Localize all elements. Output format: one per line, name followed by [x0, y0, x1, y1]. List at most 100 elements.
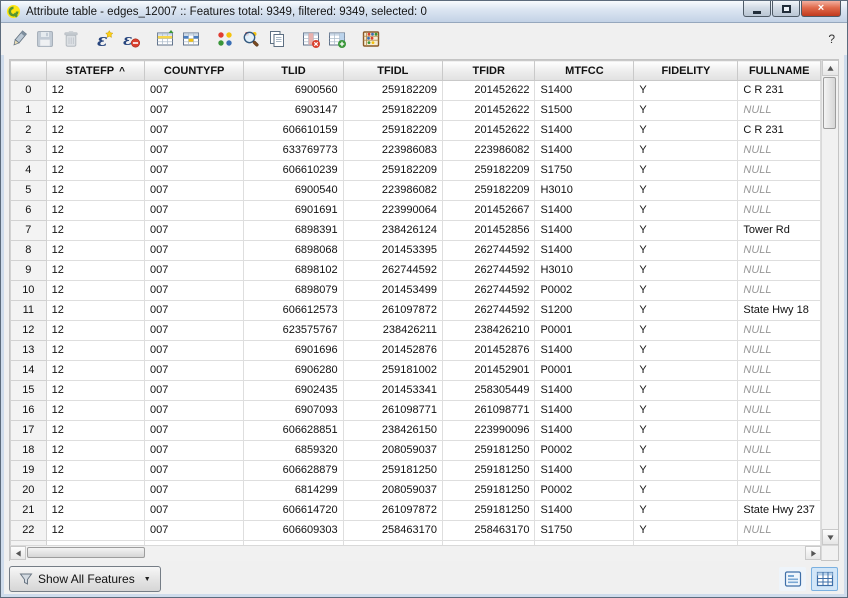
table-cell[interactable]: 223986082 [442, 141, 534, 161]
table-cell[interactable]: Y [634, 221, 738, 241]
row-header[interactable]: 18 [11, 441, 47, 461]
row-header[interactable]: 16 [11, 401, 47, 421]
horizontal-scroll-track[interactable] [26, 546, 805, 561]
table-cell[interactable]: 259182209 [442, 161, 534, 181]
table-cell[interactable]: 258305449 [442, 381, 534, 401]
table-cell[interactable]: 6898391 [244, 221, 343, 241]
table-cell[interactable]: S1400 [535, 381, 634, 401]
table-cell[interactable]: 201452622 [442, 101, 534, 121]
table-cell[interactable]: 12 [46, 281, 144, 301]
table-cell[interactable] [244, 541, 343, 546]
row-header[interactable]: 2 [11, 121, 47, 141]
table-cell[interactable]: 007 [144, 341, 243, 361]
toggle-editing-button[interactable] [6, 26, 32, 52]
table-cell[interactable]: NULL [738, 381, 821, 401]
row-header[interactable]: 13 [11, 341, 47, 361]
table-cell[interactable]: 007 [144, 361, 243, 381]
table-cell[interactable]: 12 [46, 161, 144, 181]
table-cell[interactable]: S1400 [535, 81, 634, 101]
table-cell[interactable]: 007 [144, 121, 243, 141]
delete-column-button[interactable] [298, 26, 324, 52]
table-cell[interactable]: 238426211 [343, 321, 442, 341]
table-cell[interactable]: 007 [144, 261, 243, 281]
table-cell[interactable]: 12 [46, 361, 144, 381]
table-cell[interactable]: 12 [46, 481, 144, 501]
table-cell[interactable]: 6898102 [244, 261, 343, 281]
table-cell[interactable]: 12 [46, 221, 144, 241]
table-cell[interactable]: NULL [738, 361, 821, 381]
table-cell[interactable]: 259182209 [343, 101, 442, 121]
row-header[interactable]: 5 [11, 181, 47, 201]
select-by-expression-button[interactable]: ε [92, 26, 118, 52]
table-cell[interactable]: 12 [46, 441, 144, 461]
table-cell[interactable]: 007 [144, 201, 243, 221]
table-cell[interactable]: 201452622 [442, 121, 534, 141]
table-cell[interactable]: Y [634, 301, 738, 321]
column-header-mtfcc[interactable]: MTFCC [535, 61, 634, 81]
table-cell[interactable]: Y [634, 441, 738, 461]
row-header[interactable]: 3 [11, 141, 47, 161]
table-cell[interactable]: Y [634, 321, 738, 341]
table-cell[interactable]: 606612573 [244, 301, 343, 321]
column-header-tfidl[interactable]: TFIDL [343, 61, 442, 81]
table-cell[interactable] [535, 541, 634, 546]
table-cell[interactable]: 007 [144, 401, 243, 421]
table-cell[interactable]: 261098771 [442, 401, 534, 421]
table-cell[interactable]: P0002 [535, 441, 634, 461]
row-header[interactable]: 0 [11, 81, 47, 101]
row-header[interactable]: 22 [11, 521, 47, 541]
table-cell[interactable]: 007 [144, 521, 243, 541]
table-cell[interactable]: NULL [738, 461, 821, 481]
row-header[interactable]: 17 [11, 421, 47, 441]
table-cell[interactable]: Y [634, 401, 738, 421]
table-cell[interactable]: 12 [46, 81, 144, 101]
table-cell[interactable]: NULL [738, 241, 821, 261]
table-cell[interactable]: S1400 [535, 201, 634, 221]
table-cell[interactable]: 12 [46, 461, 144, 481]
table-cell[interactable]: 262744592 [442, 241, 534, 261]
table-cell[interactable]: 12 [46, 421, 144, 441]
table-cell[interactable]: S1750 [535, 521, 634, 541]
table-cell[interactable]: NULL [738, 101, 821, 121]
vertical-scrollbar[interactable] [821, 60, 838, 545]
table-cell[interactable] [46, 541, 144, 546]
table-cell[interactable]: S1400 [535, 461, 634, 481]
feature-filter-button[interactable]: Show All Features ▼ [9, 566, 161, 592]
table-cell[interactable]: NULL [738, 261, 821, 281]
table-cell[interactable]: Y [634, 81, 738, 101]
table-cell[interactable]: 6900540 [244, 181, 343, 201]
table-cell[interactable]: 201452901 [442, 361, 534, 381]
table-cell[interactable] [343, 541, 442, 546]
table-cell[interactable]: 12 [46, 401, 144, 421]
table-cell[interactable]: NULL [738, 521, 821, 541]
row-header[interactable]: 6 [11, 201, 47, 221]
table-cell[interactable]: 259181250 [442, 461, 534, 481]
table-cell[interactable]: 259182209 [343, 121, 442, 141]
table-cell[interactable]: Tower Rd [738, 221, 821, 241]
pan-to-selected-button[interactable] [212, 26, 238, 52]
row-header[interactable]: 1 [11, 101, 47, 121]
column-header-tfidr[interactable]: TFIDR [442, 61, 534, 81]
table-cell[interactable]: 258463170 [442, 521, 534, 541]
table-cell[interactable]: 262744592 [442, 281, 534, 301]
table-cell[interactable]: 007 [144, 461, 243, 481]
move-selection-to-top-button[interactable] [152, 26, 178, 52]
table-cell[interactable]: 606628851 [244, 421, 343, 441]
vertical-scroll-thumb[interactable] [823, 77, 836, 129]
table-cell[interactable]: 261098771 [343, 401, 442, 421]
maximize-button[interactable] [772, 1, 800, 17]
table-cell[interactable]: 223986082 [343, 181, 442, 201]
table-cell[interactable]: 262744592 [442, 261, 534, 281]
table-cell[interactable]: NULL [738, 401, 821, 421]
table-cell[interactable]: 12 [46, 521, 144, 541]
table-cell[interactable]: 007 [144, 441, 243, 461]
table-cell[interactable]: 007 [144, 421, 243, 441]
row-header[interactable]: 15 [11, 381, 47, 401]
vertical-scroll-track[interactable] [822, 76, 838, 529]
table-cell[interactable]: 259181250 [343, 461, 442, 481]
table-cell[interactable]: 262744592 [442, 301, 534, 321]
table-cell[interactable]: 201453499 [343, 281, 442, 301]
delete-selected-button[interactable] [58, 26, 84, 52]
table-cell[interactable]: 12 [46, 121, 144, 141]
table-cell[interactable]: Y [634, 281, 738, 301]
